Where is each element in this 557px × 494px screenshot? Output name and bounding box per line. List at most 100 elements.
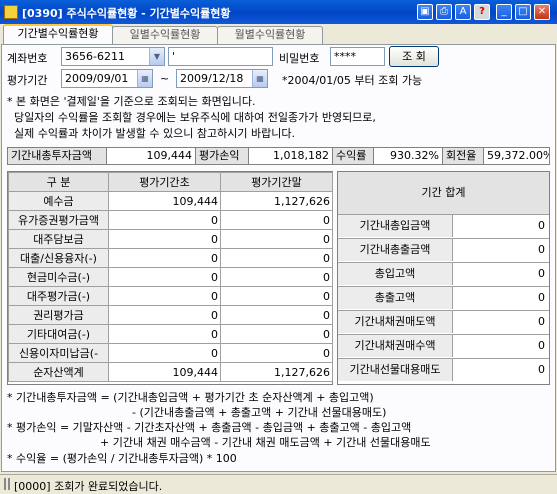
item-label: 기간내채권매수액: [338, 335, 453, 357]
date-from-value: 2009/09/01: [65, 72, 129, 85]
item-label: 기간내총입금액: [338, 215, 453, 237]
row-label: 권리평가금: [8, 305, 109, 325]
eval-pl-value: 1,018,182: [248, 147, 333, 165]
account-select[interactable]: 3656-6211 ▼: [61, 47, 165, 66]
header-category: 구 분: [8, 172, 109, 192]
table-header-row: 구 분 평가기간초 평가기간말: [8, 172, 333, 192]
list-item[interactable]: 기간내채권매수액 0: [338, 335, 549, 359]
status-message: [0000] 조회가 완료되었습니다.: [14, 480, 163, 493]
formula-line-4: + 기간내 채권 매수금액 - 기간내 채권 매도금액 + 기간내 선물대용매도: [100, 436, 431, 449]
table-row[interactable]: 예수금 109,444 1,127,626: [8, 191, 333, 211]
row-label: 유가증권평가금액: [8, 210, 109, 230]
item-label: 기간내채권매도액: [338, 311, 453, 333]
list-item[interactable]: 기간내선물대용매도 0: [338, 359, 549, 382]
row-label: 신용이자미납금(-: [8, 343, 109, 363]
item-label: 기간내선물대용매도: [338, 359, 453, 381]
calendar-icon[interactable]: ▦: [252, 70, 267, 87]
row-end: 0: [220, 286, 333, 306]
item-value: 0: [538, 291, 545, 304]
account-value: 3656-6211: [65, 50, 125, 63]
font-icon[interactable]: A: [455, 4, 471, 20]
window-title: [0390] 주식수익률현황 - 기간별수익률현황: [22, 7, 231, 20]
item-value: 0: [538, 315, 545, 328]
total-start: 109,444: [108, 362, 221, 382]
period-note: *2004/01/05 부터 조회 가능: [282, 74, 423, 87]
help-icon[interactable]: ?: [474, 4, 490, 20]
row-start: 0: [108, 324, 221, 344]
list-item[interactable]: 총입고액 0: [338, 263, 549, 287]
row-label: 대출/신용융자(-): [8, 248, 109, 268]
turnover-label: 회전율: [442, 147, 484, 165]
asset-table-box: 구 분 평가기간초 평가기간말 예수금 109,444 1,127,626 유가…: [7, 171, 333, 385]
tab-daily-return[interactable]: 일별수익률현황: [112, 26, 218, 45]
row-end: 0: [220, 210, 333, 230]
query-button[interactable]: 조 회: [389, 46, 439, 67]
row-start: 0: [108, 343, 221, 363]
account-label: 계좌번호: [7, 52, 48, 65]
table-row[interactable]: 대출/신용융자(-) 0 0: [8, 248, 333, 268]
chevron-down-icon[interactable]: ▼: [149, 48, 164, 65]
notice-line-1: * 본 화면은 '결제일'을 기준으로 조회되는 화면입니다.: [7, 95, 256, 108]
item-label: 총출고액: [338, 287, 453, 309]
total-end: 1,127,626: [220, 362, 333, 382]
item-value: 0: [538, 363, 545, 376]
tab-monthly-return[interactable]: 월별수익률현황: [217, 26, 323, 45]
table-row[interactable]: 기타대여금(-) 0 0: [8, 324, 333, 344]
formula-line-1: * 기간내총투자금액 = (기간내총입금액 + 평가기간 초 순자산액계 + 총…: [7, 391, 374, 404]
app-icon: [4, 5, 18, 19]
close-icon[interactable]: ✕: [534, 4, 550, 20]
item-label: 기간내총출금액: [338, 239, 453, 261]
period-tilde: ~: [160, 72, 170, 85]
total-invest-label: 기간내총투자금액: [7, 147, 107, 165]
item-value: 0: [538, 219, 545, 232]
date-to-value: 2009/12/18: [180, 72, 244, 85]
header-period-start: 평가기간초: [108, 172, 221, 192]
row-end: 0: [220, 248, 333, 268]
row-start: 0: [108, 267, 221, 287]
table-total-row[interactable]: 순자산액계 109,444 1,127,626: [8, 362, 333, 382]
item-value: 0: [538, 267, 545, 280]
item-value: 0: [538, 339, 545, 352]
tab-period-return[interactable]: 기간별수익률현황: [3, 24, 113, 46]
table-row[interactable]: 유가증권평가금액 0 0: [8, 210, 333, 230]
date-to-field[interactable]: 2009/12/18 ▦: [176, 69, 268, 88]
total-label: 순자산액계: [8, 362, 109, 382]
tab-bar: 기간별수익률현황 일별수익률현황 월별수익률현황: [0, 24, 557, 46]
return-label: 수익률: [332, 147, 374, 165]
list-item[interactable]: 기간내총입금액 0: [338, 215, 549, 239]
minimize-icon[interactable]: _: [496, 4, 512, 20]
table-row[interactable]: 대주담보금 0 0: [8, 229, 333, 249]
list-item[interactable]: 기간내총출금액 0: [338, 239, 549, 263]
list-item[interactable]: 기간내채권매도액 0: [338, 311, 549, 335]
row-label: 기타대여금(-): [8, 324, 109, 344]
table-row[interactable]: 신용이자미납금(- 0 0: [8, 343, 333, 363]
row-end: 0: [220, 343, 333, 363]
row-label: 대주평가금(-): [8, 286, 109, 306]
period-total-box: 기간 합계 기간내총입금액 0 기간내총출금액 0 총입고액 0 총출고액 0 …: [337, 171, 550, 385]
turnover-value: 59,372.00%: [483, 147, 550, 165]
calendar-icon[interactable]: ▦: [137, 70, 152, 87]
item-value: 0: [538, 243, 545, 256]
maximize-icon[interactable]: □: [515, 4, 531, 20]
date-from-field[interactable]: 2009/09/01 ▦: [61, 69, 153, 88]
status-bar: [0000] 조회가 완료되었습니다.: [0, 474, 557, 494]
table-row[interactable]: 대주평가금(-) 0 0: [8, 286, 333, 306]
table-row[interactable]: 현금미수금(-) 0 0: [8, 267, 333, 287]
table-row[interactable]: 권리평가금 0 0: [8, 305, 333, 325]
formula-line-2: - (기간내총출금액 + 총출고액 + 기간내 선물대용매도): [132, 406, 387, 419]
row-end: 0: [220, 324, 333, 344]
period-label: 평가기간: [7, 74, 48, 87]
password-field[interactable]: ****: [330, 47, 385, 66]
row-start: 0: [108, 229, 221, 249]
password-label: 비밀번호: [279, 52, 320, 65]
row-start: 109,444: [108, 191, 221, 211]
row-start: 0: [108, 286, 221, 306]
link-icon[interactable]: ▣: [417, 4, 433, 20]
print-icon[interactable]: ⎙: [436, 4, 452, 20]
row-end: 0: [220, 267, 333, 287]
row-start: 0: [108, 305, 221, 325]
list-item[interactable]: 총출고액 0: [338, 287, 549, 311]
grip-icon: [4, 478, 10, 490]
title-bar[interactable]: [0390] 주식수익률현황 - 기간별수익률현황 ▣ ⎙ A ? _ □ ✕: [0, 0, 557, 24]
asset-table: 구 분 평가기간초 평가기간말 예수금 109,444 1,127,626 유가…: [8, 172, 333, 382]
